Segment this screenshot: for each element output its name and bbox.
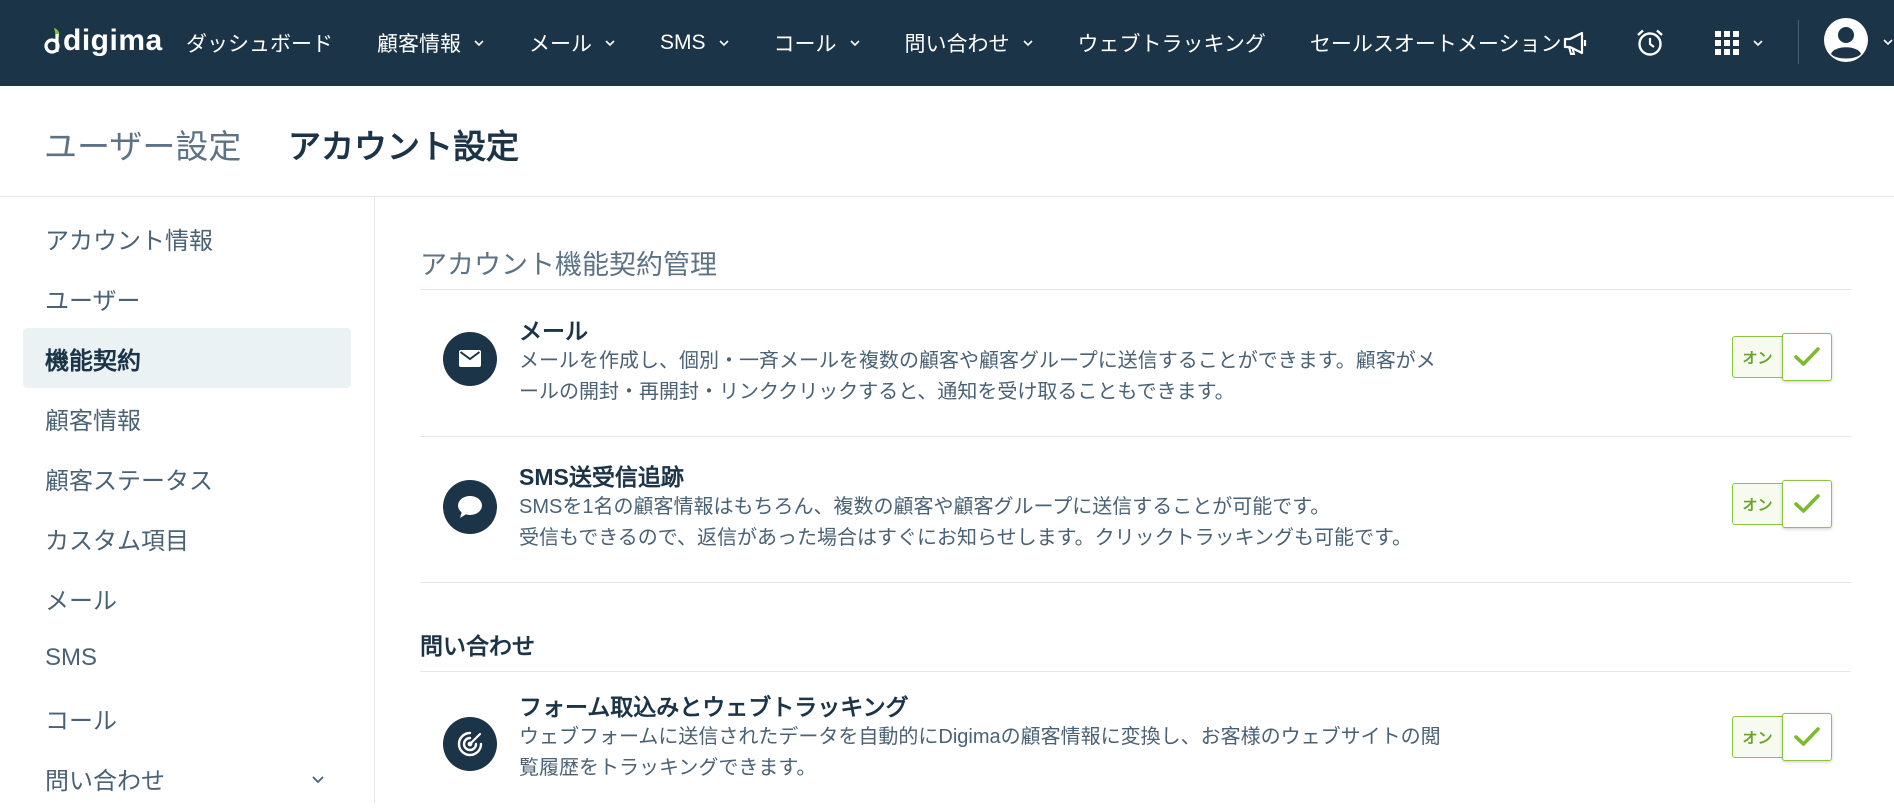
sidebar-item-label: 顧客情報 — [45, 407, 141, 435]
sidebar-item-feature-contracts[interactable]: 機能契約 — [23, 328, 351, 388]
sidebar-item-users[interactable]: ユーザー — [23, 268, 351, 328]
logo-text: digima — [63, 24, 163, 57]
settings-sidebar: アカウント情報 ユーザー 機能契約 顧客情報 顧客ステータス カスタム項目 メー… — [0, 197, 375, 803]
apps-menu-button[interactable] — [1709, 23, 1769, 63]
chevron-down-icon — [474, 40, 484, 47]
apps-grid-icon — [1715, 31, 1739, 55]
envelope-icon — [459, 350, 481, 367]
alarm-clock-icon — [1637, 29, 1663, 56]
sidebar-item-inquiry[interactable]: 問い合わせ — [23, 748, 351, 808]
feature-row-sms: SMS送受信追跡 SMSを1名の顧客情報はもちろん、複数の顧客や顧客グループに送… — [420, 437, 1851, 580]
nav-label: ウェブトラッキング — [1077, 33, 1266, 56]
description-line: SMSを1名の顧客情報はもちろん、複数の顧客や顧客グループに送信することが可能で… — [519, 496, 1331, 518]
nav-call[interactable]: コール — [774, 0, 861, 86]
nav-mail[interactable]: メール — [529, 0, 616, 86]
description-line: ールの開封・再開封・リンククリックすると、通知を受け取ることもできます。 — [519, 381, 1235, 403]
page-header: ユーザー設定 アカウント設定 — [0, 86, 1894, 197]
sidebar-item-customer-status[interactable]: 顧客ステータス — [23, 448, 351, 508]
toggle-state-label: オン — [1732, 336, 1782, 378]
top-navigation-bar: digima ダッシュボード 顧客情報 メール SMS コール 問い合わせ ウェ… — [0, 0, 1894, 86]
nav-sales-automation[interactable]: セールスオートメーション — [1310, 0, 1562, 86]
form-web-tracking-toggle[interactable]: オン — [1732, 713, 1832, 761]
section-title: アカウント機能契約管理 — [420, 250, 717, 280]
mail-toggle[interactable]: オン — [1732, 333, 1832, 381]
checkmark-icon — [1794, 347, 1820, 366]
toggle-checkbox[interactable] — [1782, 713, 1832, 761]
sidebar-item-sms[interactable]: SMS — [23, 628, 351, 688]
feature-row-mail: メール メールを作成し、個別・一斉メールを複数の顧客や顧客グループに送信すること… — [420, 290, 1851, 433]
feature-title: メール — [519, 318, 588, 344]
chevron-down-icon — [718, 40, 729, 47]
nav-inquiry[interactable]: 問い合わせ — [905, 0, 1034, 86]
toggle-checkbox[interactable] — [1782, 480, 1832, 528]
speech-bubble-icon — [458, 496, 482, 518]
logo-leaf-icon — [44, 28, 60, 54]
feature-icon — [443, 717, 497, 771]
nav-icon-group — [1555, 0, 1769, 86]
sidebar-item-call[interactable]: コール — [23, 688, 351, 748]
main-menu: ダッシュボード 顧客情報 メール SMS コール 問い合わせ ウェブトラッキング… — [186, 0, 1605, 86]
feature-description: ウェブフォームに送信されたデータを自動的にDigimaの顧客情報に変換し、お客様… — [519, 722, 1519, 784]
sidebar-item-label: ユーザー — [45, 287, 141, 315]
feature-description: SMSを1名の顧客情報はもちろん、複数の顧客や顧客グループに送信することが可能で… — [519, 492, 1519, 554]
chevron-down-icon — [1753, 40, 1763, 47]
sidebar-item-label: アカウント情報 — [45, 227, 213, 255]
nav-label: セールスオートメーション — [1309, 33, 1562, 56]
digima-logo[interactable]: digima — [44, 18, 163, 64]
checkmark-icon — [1794, 727, 1820, 746]
nav-label: SMS — [660, 31, 706, 54]
feature-icon — [443, 332, 497, 386]
chevron-down-icon — [312, 776, 324, 784]
nav-dashboard[interactable]: ダッシュボード — [186, 0, 333, 86]
nav-label: 顧客情報 — [377, 33, 461, 56]
chevron-down-icon — [605, 40, 615, 47]
description-line: ウェブフォームに送信されたデータを自動的にDigimaの顧客情報に変換し、お客様… — [519, 726, 1441, 748]
sidebar-item-label: コール — [45, 707, 117, 735]
feature-title: SMS送受信追跡 — [519, 464, 684, 490]
sms-toggle[interactable]: オン — [1732, 480, 1832, 528]
tracking-target-icon — [457, 731, 483, 757]
nav-label: メール — [529, 33, 592, 56]
nav-divider — [1798, 20, 1799, 64]
chevron-down-icon[interactable] — [1882, 36, 1894, 48]
sidebar-item-account-info[interactable]: アカウント情報 — [23, 208, 351, 268]
breadcrumb-user-settings[interactable]: ユーザー設定 — [44, 120, 241, 168]
page-title: アカウント設定 — [288, 128, 519, 165]
sidebar-item-label: 顧客ステータス — [45, 467, 213, 495]
description-line: 覧履歴をトラッキングできます。 — [519, 757, 817, 779]
toggle-state-label: オン — [1732, 716, 1782, 758]
sidebar-item-mail[interactable]: メール — [23, 568, 351, 628]
subsection-title: 問い合わせ — [420, 633, 535, 659]
sidebar-item-customer-info[interactable]: 顧客情報 — [23, 388, 351, 448]
feature-icon — [443, 480, 497, 534]
sidebar-item-custom-fields[interactable]: カスタム項目 — [23, 508, 351, 568]
toggle-state-label: オン — [1732, 483, 1782, 525]
sidebar-item-label: 機能契約 — [45, 347, 141, 375]
chevron-down-icon — [849, 40, 860, 47]
sidebar-item-label: SMS — [45, 644, 98, 671]
nav-sms[interactable]: SMS — [660, 0, 730, 86]
megaphone-icon — [1563, 31, 1587, 55]
nav-label: コール — [773, 33, 837, 56]
announcements-button[interactable] — [1555, 23, 1595, 63]
description-line: 受信もできるので、返信があった場合はすぐにお知らせします。クリックトラッキングも… — [519, 527, 1412, 549]
chevron-down-icon — [1022, 40, 1033, 47]
checkmark-icon — [1794, 494, 1820, 513]
description-line: メールを作成し、個別・一斉メールを複数の顧客や顧客グループに送信することができま… — [519, 350, 1436, 372]
sidebar-item-label: 問い合わせ — [45, 767, 165, 795]
user-avatar-icon[interactable] — [1822, 16, 1870, 64]
nav-label: 問い合わせ — [904, 33, 1010, 56]
feature-contracts-panel: アカウント機能契約管理 メール メールを作成し、個別・一斉メールを複数の顧客や顧… — [420, 197, 1851, 803]
feature-row-form-web-tracking: フォーム取込みとウェブトラッキング ウェブフォームに送信されたデータを自動的にD… — [420, 672, 1851, 803]
sidebar-item-label: メール — [45, 587, 117, 615]
toggle-checkbox[interactable] — [1782, 333, 1832, 381]
reminders-button[interactable] — [1630, 23, 1670, 63]
sidebar-item-label: カスタム項目 — [45, 527, 189, 555]
nav-web-tracking[interactable]: ウェブトラッキング — [1078, 0, 1266, 86]
divider — [420, 582, 1851, 583]
feature-title: フォーム取込みとウェブトラッキング — [519, 694, 909, 720]
nav-label: ダッシュボード — [186, 33, 333, 56]
nav-customer-info[interactable]: 顧客情報 — [377, 0, 485, 86]
feature-description: メールを作成し、個別・一斉メールを複数の顧客や顧客グループに送信することができま… — [519, 346, 1519, 408]
